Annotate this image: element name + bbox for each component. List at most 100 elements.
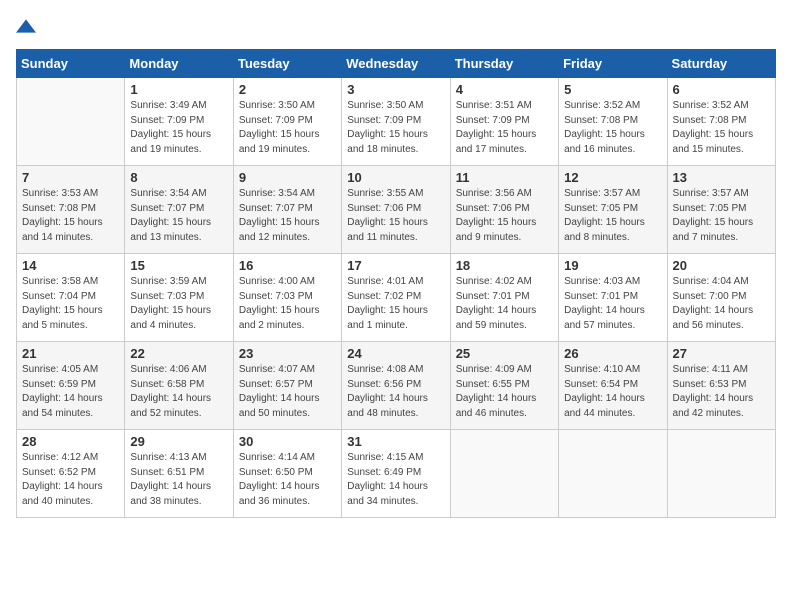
day-info: Sunrise: 4:00 AMSunset: 7:03 PMDaylight:… bbox=[239, 275, 336, 333]
weekday-header: Tuesday bbox=[233, 50, 341, 78]
day-number: 13 bbox=[673, 170, 770, 185]
calendar-week-row: 7Sunrise: 3:53 AMSunset: 7:08 PMDaylight… bbox=[17, 166, 776, 254]
calendar-cell: 3 Sunrise: 3:50 AMSunset: 7:09 PMDaylight… bbox=[342, 78, 450, 166]
day-number: 10 bbox=[347, 170, 444, 185]
day-info: Sunrise: 3:54 AMSunset: 7:07 PMDaylight:… bbox=[239, 187, 336, 245]
calendar-cell: 30 Sunrise: 4:14 AMSunset: 6:50 PMDayligh… bbox=[233, 430, 341, 518]
day-number: 26 bbox=[564, 346, 661, 361]
day-info: Sunrise: 4:10 AMSunset: 6:54 PMDaylight:… bbox=[564, 363, 661, 421]
day-info: Sunrise: 3:50 AMSunset: 7:09 PMDaylight:… bbox=[347, 99, 444, 157]
day-number: 4 bbox=[456, 82, 553, 97]
day-info: Sunrise: 3:50 AMSunset: 7:09 PMDaylight:… bbox=[239, 99, 336, 157]
calendar-week-row: 21 Sunrise: 4:05 AMSunset: 6:59 PMDayligh… bbox=[17, 342, 776, 430]
day-info: Sunrise: 4:14 AMSunset: 6:50 PMDaylight:… bbox=[239, 451, 336, 509]
calendar-body: 1 Sunrise: 3:49 AMSunset: 7:09 PMDaylight… bbox=[17, 78, 776, 518]
calendar-cell: 6 Sunrise: 3:52 AMSunset: 7:08 PMDaylight… bbox=[667, 78, 775, 166]
day-info: Sunrise: 3:54 AMSunset: 7:07 PMDaylight:… bbox=[130, 187, 227, 245]
calendar-cell: 2 Sunrise: 3:50 AMSunset: 7:09 PMDaylight… bbox=[233, 78, 341, 166]
calendar-table: SundayMondayTuesdayWednesdayThursdayFrid… bbox=[16, 49, 776, 518]
calendar-week-row: 1 Sunrise: 3:49 AMSunset: 7:09 PMDaylight… bbox=[17, 78, 776, 166]
calendar-cell: 16Sunrise: 4:00 AMSunset: 7:03 PMDayligh… bbox=[233, 254, 341, 342]
day-info: Sunrise: 4:12 AMSunset: 6:52 PMDaylight:… bbox=[22, 451, 119, 509]
day-number: 5 bbox=[564, 82, 661, 97]
weekday-header: Sunday bbox=[17, 50, 125, 78]
day-number: 30 bbox=[239, 434, 336, 449]
day-info: Sunrise: 3:59 AMSunset: 7:03 PMDaylight:… bbox=[130, 275, 227, 333]
calendar-cell: 5 Sunrise: 3:52 AMSunset: 7:08 PMDaylight… bbox=[559, 78, 667, 166]
weekday-header: Wednesday bbox=[342, 50, 450, 78]
day-number: 3 bbox=[347, 82, 444, 97]
logo bbox=[16, 16, 36, 41]
day-number: 19 bbox=[564, 258, 661, 273]
day-number: 14 bbox=[22, 258, 119, 273]
calendar-cell: 31 Sunrise: 4:15 AMSunset: 6:49 PMDayligh… bbox=[342, 430, 450, 518]
day-info: Sunrise: 4:02 AMSunset: 7:01 PMDaylight:… bbox=[456, 275, 553, 333]
calendar-cell: 12 Sunrise: 3:57 AMSunset: 7:05 PMDayligh… bbox=[559, 166, 667, 254]
day-info: Sunrise: 3:56 AMSunset: 7:06 PMDaylight:… bbox=[456, 187, 553, 245]
weekday-header: Monday bbox=[125, 50, 233, 78]
logo-icon bbox=[16, 16, 36, 36]
day-info: Sunrise: 3:57 AMSunset: 7:05 PMDaylight:… bbox=[673, 187, 770, 245]
day-number: 29 bbox=[130, 434, 227, 449]
calendar-cell: 27Sunrise: 4:11 AMSunset: 6:53 PMDayligh… bbox=[667, 342, 775, 430]
calendar-cell: 22 Sunrise: 4:06 AMSunset: 6:58 PMDayligh… bbox=[125, 342, 233, 430]
day-info: Sunrise: 3:52 AMSunset: 7:08 PMDaylight:… bbox=[673, 99, 770, 157]
day-number: 12 bbox=[564, 170, 661, 185]
day-info: Sunrise: 3:58 AMSunset: 7:04 PMDaylight:… bbox=[22, 275, 119, 333]
weekday-header: Saturday bbox=[667, 50, 775, 78]
day-info: Sunrise: 3:55 AMSunset: 7:06 PMDaylight:… bbox=[347, 187, 444, 245]
day-info: Sunrise: 4:01 AMSunset: 7:02 PMDaylight:… bbox=[347, 275, 444, 333]
day-number: 18 bbox=[456, 258, 553, 273]
day-number: 21 bbox=[22, 346, 119, 361]
day-number: 8 bbox=[130, 170, 227, 185]
calendar-cell: 28 Sunrise: 4:12 AMSunset: 6:52 PMDayligh… bbox=[17, 430, 125, 518]
day-info: Sunrise: 4:09 AMSunset: 6:55 PMDaylight:… bbox=[456, 363, 553, 421]
calendar-cell: 25Sunrise: 4:09 AMSunset: 6:55 PMDayligh… bbox=[450, 342, 558, 430]
calendar-cell: 9 Sunrise: 3:54 AMSunset: 7:07 PMDaylight… bbox=[233, 166, 341, 254]
day-info: Sunrise: 3:49 AMSunset: 7:09 PMDaylight:… bbox=[130, 99, 227, 157]
calendar-cell bbox=[17, 78, 125, 166]
calendar-cell: 1 Sunrise: 3:49 AMSunset: 7:09 PMDaylight… bbox=[125, 78, 233, 166]
calendar-cell: 19 Sunrise: 4:03 AMSunset: 7:01 PMDayligh… bbox=[559, 254, 667, 342]
calendar-cell: 7Sunrise: 3:53 AMSunset: 7:08 PMDaylight… bbox=[17, 166, 125, 254]
day-number: 11 bbox=[456, 170, 553, 185]
day-info: Sunrise: 4:08 AMSunset: 6:56 PMDaylight:… bbox=[347, 363, 444, 421]
weekday-header: Thursday bbox=[450, 50, 558, 78]
calendar-cell: 23Sunrise: 4:07 AMSunset: 6:57 PMDayligh… bbox=[233, 342, 341, 430]
calendar-cell: 13 Sunrise: 3:57 AMSunset: 7:05 PMDayligh… bbox=[667, 166, 775, 254]
calendar-cell bbox=[559, 430, 667, 518]
day-info: Sunrise: 4:03 AMSunset: 7:01 PMDaylight:… bbox=[564, 275, 661, 333]
calendar-cell: 26 Sunrise: 4:10 AMSunset: 6:54 PMDayligh… bbox=[559, 342, 667, 430]
day-number: 6 bbox=[673, 82, 770, 97]
day-number: 24 bbox=[347, 346, 444, 361]
logo-text bbox=[16, 16, 36, 41]
day-number: 1 bbox=[130, 82, 227, 97]
calendar-week-row: 14 Sunrise: 3:58 AMSunset: 7:04 PMDayligh… bbox=[17, 254, 776, 342]
day-info: Sunrise: 4:05 AMSunset: 6:59 PMDaylight:… bbox=[22, 363, 119, 421]
calendar-header-row: SundayMondayTuesdayWednesdayThursdayFrid… bbox=[17, 50, 776, 78]
calendar-cell bbox=[667, 430, 775, 518]
calendar-cell: 11 Sunrise: 3:56 AMSunset: 7:06 PMDayligh… bbox=[450, 166, 558, 254]
day-info: Sunrise: 4:06 AMSunset: 6:58 PMDaylight:… bbox=[130, 363, 227, 421]
day-number: 23 bbox=[239, 346, 336, 361]
day-number: 22 bbox=[130, 346, 227, 361]
calendar-week-row: 28 Sunrise: 4:12 AMSunset: 6:52 PMDayligh… bbox=[17, 430, 776, 518]
day-number: 9 bbox=[239, 170, 336, 185]
day-info: Sunrise: 3:52 AMSunset: 7:08 PMDaylight:… bbox=[564, 99, 661, 157]
day-number: 2 bbox=[239, 82, 336, 97]
day-number: 20 bbox=[673, 258, 770, 273]
calendar-cell: 24 Sunrise: 4:08 AMSunset: 6:56 PMDayligh… bbox=[342, 342, 450, 430]
day-number: 7 bbox=[22, 170, 119, 185]
calendar-cell: 14 Sunrise: 3:58 AMSunset: 7:04 PMDayligh… bbox=[17, 254, 125, 342]
calendar-cell: 17Sunrise: 4:01 AMSunset: 7:02 PMDayligh… bbox=[342, 254, 450, 342]
day-info: Sunrise: 4:15 AMSunset: 6:49 PMDaylight:… bbox=[347, 451, 444, 509]
calendar-cell: 21 Sunrise: 4:05 AMSunset: 6:59 PMDayligh… bbox=[17, 342, 125, 430]
day-number: 31 bbox=[347, 434, 444, 449]
day-info: Sunrise: 3:57 AMSunset: 7:05 PMDaylight:… bbox=[564, 187, 661, 245]
day-info: Sunrise: 4:04 AMSunset: 7:00 PMDaylight:… bbox=[673, 275, 770, 333]
page-header bbox=[16, 16, 776, 41]
calendar-cell: 29Sunrise: 4:13 AMSunset: 6:51 PMDayligh… bbox=[125, 430, 233, 518]
day-number: 28 bbox=[22, 434, 119, 449]
day-info: Sunrise: 3:51 AMSunset: 7:09 PMDaylight:… bbox=[456, 99, 553, 157]
calendar-cell: 18 Sunrise: 4:02 AMSunset: 7:01 PMDayligh… bbox=[450, 254, 558, 342]
